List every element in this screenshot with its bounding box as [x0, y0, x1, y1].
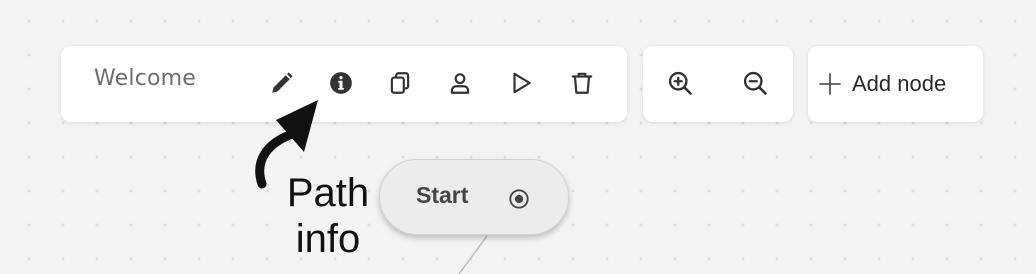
flow-canvas[interactable]: { "path_toolbar": { "path_name": "Welcom… [0, 0, 1036, 274]
annotation-line-2: info [295, 217, 361, 261]
annotation-label: Path info [278, 170, 378, 262]
annotation-line-1: Path [286, 171, 370, 215]
annotation-arrow [255, 100, 318, 189]
